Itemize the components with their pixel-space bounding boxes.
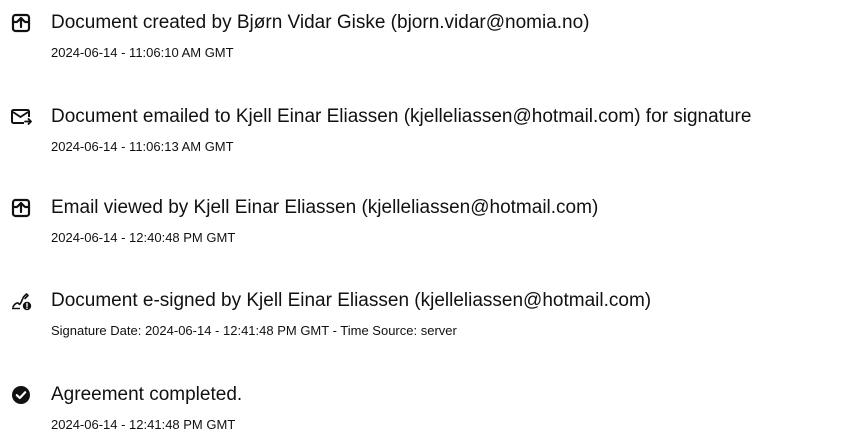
check-circle-icon	[10, 384, 32, 406]
audit-entry-title: Email viewed by Kjell Einar Eliassen (kj…	[51, 197, 599, 218]
audit-entry-timestamp: 2024-06-14 - 12:40:48 PM GMT	[51, 230, 236, 245]
document-upload-icon	[10, 197, 32, 219]
audit-entry-timestamp: 2024-06-14 - 12:41:48 PM GMT	[51, 417, 236, 432]
audit-entry-title: Document e-signed by Kjell Einar Eliasse…	[51, 290, 652, 311]
audit-entry-timestamp: 2024-06-14 - 11:06:10 AM GMT	[51, 45, 234, 60]
email-send-icon	[10, 106, 32, 128]
audit-entry-signature-date: Signature Date: 2024-06-14 - 12:41:48 PM…	[51, 323, 457, 338]
audit-entry-title: Agreement completed.	[51, 384, 243, 405]
signature-pen-icon	[10, 290, 32, 312]
document-upload-icon	[10, 12, 32, 34]
audit-entry-timestamp: 2024-06-14 - 11:06:13 AM GMT	[51, 139, 234, 154]
audit-entry-title: Document created by Bjørn Vidar Giske (b…	[51, 12, 590, 33]
audit-entry-title: Document emailed to Kjell Einar Eliassen…	[51, 106, 752, 127]
